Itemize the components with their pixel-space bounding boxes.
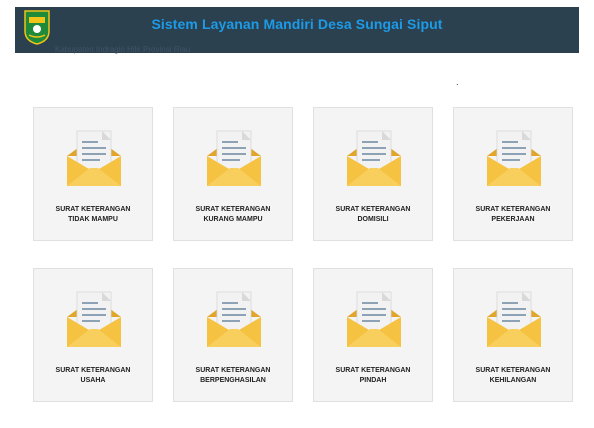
envelope-letter-icon xyxy=(67,291,121,347)
service-card-label: SURAT KETERANGAN KEHILANGAN xyxy=(475,367,551,384)
service-card-label: SURAT KETERANGAN KURANG MAMPU xyxy=(195,206,271,223)
service-card-label: SURAT KETERANGAN BERPENGHASILAN xyxy=(195,367,271,384)
envelope-letter-icon xyxy=(67,130,121,186)
service-card-berpenghasilan[interactable]: SURAT KETERANGAN BERPENGHASILAN xyxy=(173,268,293,402)
envelope-letter-icon xyxy=(347,130,401,186)
envelope-letter-icon xyxy=(207,130,261,186)
envelope-letter-icon xyxy=(487,291,541,347)
page-subtitle: Kabupaten Indragiri Hilir Provinsi Riau xyxy=(55,45,191,54)
envelope-letter-icon xyxy=(347,291,401,347)
service-card-label: SURAT KETERANGAN PEKERJAAN xyxy=(475,206,551,223)
envelope-letter-icon xyxy=(487,130,541,186)
envelope-letter-icon xyxy=(207,291,261,347)
service-card-kehilangan[interactable]: SURAT KETERANGAN KEHILANGAN xyxy=(453,268,573,402)
service-card-tidak-mampu[interactable]: SURAT KETERANGAN TIDAK MAMPU xyxy=(33,107,153,241)
service-card-pindah[interactable]: SURAT KETERANGAN PINDAH xyxy=(313,268,433,402)
service-card-label: SURAT KETERANGAN TIDAK MAMPU xyxy=(55,206,131,223)
service-card-label: SURAT KETERANGAN USAHA xyxy=(55,367,131,384)
stray-dot: . xyxy=(456,77,459,87)
app-header: Sistem Layanan Mandiri Desa Sungai Siput… xyxy=(15,7,579,54)
service-card-domisili[interactable]: SURAT KETERANGAN DOMISILI xyxy=(313,107,433,241)
service-card-label: SURAT KETERANGAN PINDAH xyxy=(335,367,411,384)
service-card-label: SURAT KETERANGAN DOMISILI xyxy=(335,206,411,223)
service-card-usaha[interactable]: SURAT KETERANGAN USAHA xyxy=(33,268,153,402)
service-card-kurang-mampu[interactable]: SURAT KETERANGAN KURANG MAMPU xyxy=(173,107,293,241)
service-card-pekerjaan[interactable]: SURAT KETERANGAN PEKERJAAN xyxy=(453,107,573,241)
page-title: Sistem Layanan Mandiri Desa Sungai Siput xyxy=(151,16,443,32)
